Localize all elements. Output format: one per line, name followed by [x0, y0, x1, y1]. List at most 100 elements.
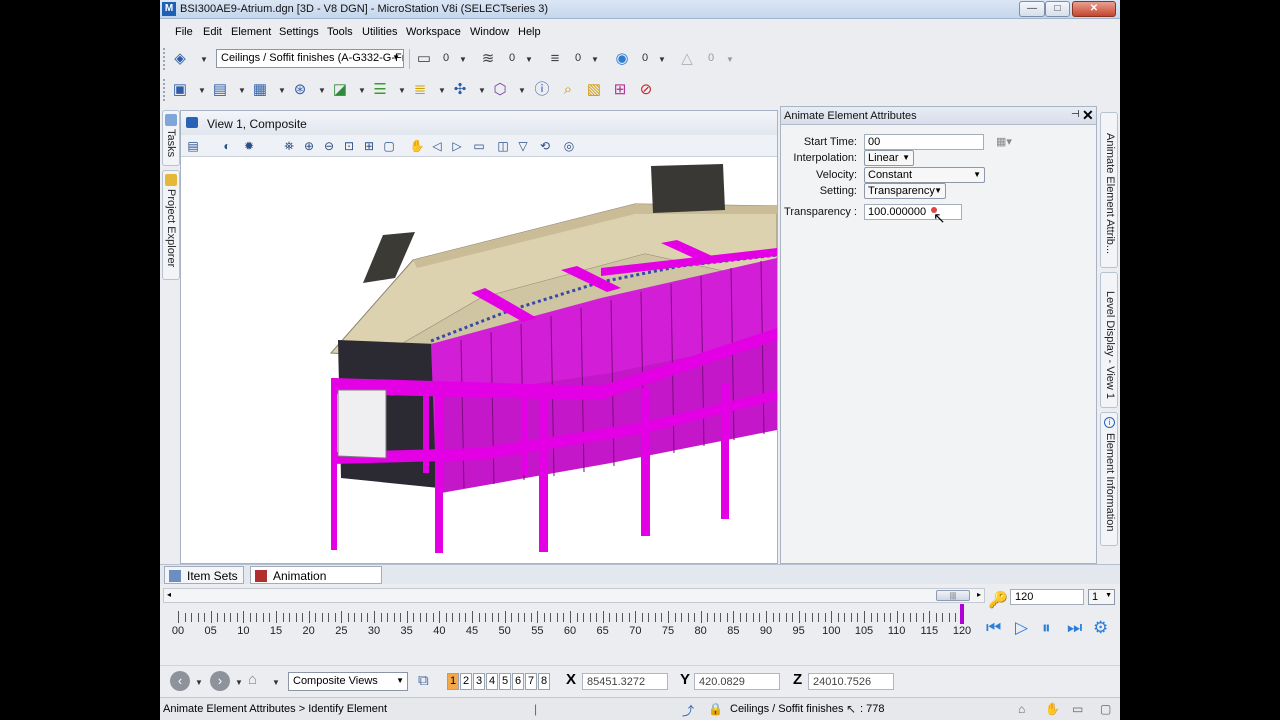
speed-combo[interactable]: 1 ▼ — [1088, 589, 1115, 605]
composite-views-combo[interactable]: Composite Views ▼ — [288, 672, 408, 691]
timeline-ticks[interactable] — [178, 611, 968, 623]
active-level-icon[interactable]: ◈ — [169, 48, 191, 70]
maximize-button[interactable]: □ — [1045, 1, 1070, 17]
chevron-down-icon[interactable]: ▼ — [235, 678, 243, 687]
view-2-button[interactable]: 2 — [460, 673, 472, 690]
play-icon[interactable]: ▷ — [1015, 618, 1028, 638]
info-icon[interactable]: ⓘ — [531, 79, 553, 101]
chevron-down-icon[interactable]: ▼ — [658, 55, 666, 64]
view-rotation-icon[interactable]: ⟲ — [537, 138, 553, 154]
accudraw-icon[interactable]: ⬡ — [489, 79, 511, 101]
view-5-button[interactable]: 5 — [499, 673, 511, 690]
rewind-icon[interactable]: ⏮ — [986, 618, 1001, 638]
chevron-down-icon[interactable]: ▼ — [272, 678, 280, 687]
level-combo[interactable]: Ceilings / Soffit finishes (A-G332-G-Fn:… — [216, 49, 404, 68]
back-icon[interactable]: ‹ — [170, 671, 190, 691]
fit-view-icon[interactable]: ⊞ — [361, 138, 377, 154]
tasks-tab[interactable]: Tasks — [162, 110, 180, 166]
lock-icon[interactable]: 🔒 — [708, 702, 723, 716]
snap-icon[interactable]: ✣ — [449, 79, 471, 101]
setting-combo[interactable]: Transparency ▼ — [864, 183, 946, 199]
current-frame-input[interactable]: 120 — [1010, 589, 1084, 605]
view-attributes-icon[interactable]: ▤ — [185, 138, 201, 154]
hand-icon[interactable]: ✋ — [1045, 702, 1060, 716]
chevron-down-icon[interactable]: ▼ — [318, 86, 326, 95]
properties-icon[interactable]: ▧ — [583, 79, 605, 101]
pause-icon[interactable]: ⏸ — [1042, 618, 1051, 638]
timeline-playhead[interactable] — [960, 604, 964, 624]
close-button[interactable]: ✕ — [1072, 1, 1116, 17]
menu-file[interactable]: File — [175, 26, 193, 38]
clip-volume-icon[interactable]: ◫ — [495, 138, 511, 154]
pan-view-icon[interactable]: ✋ — [409, 138, 425, 154]
transparency-icon[interactable]: ◉ — [611, 48, 633, 70]
view-groups-icon[interactable]: ⧉ — [418, 672, 429, 689]
menu-workspace[interactable]: Workspace — [406, 26, 461, 38]
view-8-button[interactable]: 8 — [538, 673, 550, 690]
camera-icon[interactable]: ▭ — [471, 138, 487, 154]
find-icon[interactable]: ⌕ — [557, 79, 579, 101]
toolbar-gripper[interactable] — [163, 48, 167, 70]
scroll-right-icon[interactable]: ▸ — [977, 590, 981, 599]
chevron-down-icon[interactable]: ▼ — [195, 678, 203, 687]
fast-forward-icon[interactable]: ⏭ — [1067, 618, 1082, 638]
status-active-level[interactable]: Ceilings / Soffit finishes — [730, 703, 844, 715]
project-explorer-tab[interactable]: Project Explorer — [162, 170, 180, 280]
element-information-tab[interactable]: i Element Information — [1100, 412, 1118, 546]
chevron-down-icon[interactable]: ▼ — [358, 86, 366, 95]
velocity-combo[interactable]: Constant ▼ — [864, 167, 985, 183]
view-next-icon[interactable]: ▷ — [449, 138, 465, 154]
copy-view-icon[interactable]: ◎ — [561, 138, 577, 154]
forward-icon[interactable]: › — [210, 671, 230, 691]
item-sets-tab[interactable]: Item Sets — [164, 566, 244, 584]
lighting-icon[interactable]: ✹ — [241, 138, 257, 154]
chevron-down-icon[interactable]: ▼ — [398, 86, 406, 95]
save-status-icon[interactable]: ▢ — [1100, 702, 1111, 716]
message-center-icon[interactable]: ▭ — [1072, 702, 1083, 716]
design-history-icon[interactable]: ⌂ — [1018, 702, 1025, 716]
line-weight-icon[interactable]: ≡ — [544, 48, 566, 70]
references-icon[interactable]: ⊛ — [289, 79, 311, 101]
menu-help[interactable]: Help — [518, 26, 541, 38]
transparency-input[interactable]: 100.000000 — [864, 204, 962, 220]
y-coordinate[interactable]: 420.0829 — [694, 673, 780, 690]
close-icon[interactable]: ✕ — [1082, 107, 1094, 124]
clip-mask-icon[interactable]: ▽ — [515, 138, 531, 154]
chevron-down-icon[interactable]: ▼ — [726, 55, 734, 64]
view-title-bar[interactable]: View 1, Composite — [181, 111, 777, 135]
dialog-title-bar[interactable]: Animate Element Attributes ⊣ ✕ — [781, 107, 1096, 125]
timeline-scrollbar[interactable]: ◂ ||| ▸ — [163, 588, 985, 603]
warp-icon[interactable]: ⌂ — [248, 671, 257, 688]
menu-edit[interactable]: Edit — [203, 26, 222, 38]
key-icon[interactable]: 🔑 — [988, 590, 1008, 610]
menu-window[interactable]: Window — [470, 26, 509, 38]
chevron-down-icon[interactable]: ▼ — [278, 86, 286, 95]
chevron-down-icon[interactable]: ▼ — [525, 55, 533, 64]
zoom-in-icon[interactable]: ⊕ — [301, 138, 317, 154]
minimize-button[interactable]: — — [1019, 1, 1045, 17]
models-icon[interactable]: ▦ — [249, 79, 271, 101]
raster-icon[interactable]: ◪ — [329, 79, 351, 101]
accusnap-icon[interactable]: ⤴ — [682, 702, 694, 719]
view-4-button[interactable]: 4 — [486, 673, 498, 690]
view-7-button[interactable]: 7 — [525, 673, 537, 690]
chevron-down-icon[interactable]: ▼ — [198, 86, 206, 95]
element-selection-icon[interactable]: ▣ — [169, 79, 191, 101]
x-coordinate[interactable]: 85451.3272 — [582, 673, 668, 690]
level-display-tab[interactable]: Level Display - View 1 — [1100, 272, 1118, 408]
priority-icon[interactable]: △ — [676, 48, 698, 70]
level-manager-icon[interactable]: ☰ — [369, 79, 391, 101]
file-icon[interactable]: ▤ — [209, 79, 231, 101]
chevron-down-icon[interactable]: ▼ — [438, 86, 446, 95]
menu-element[interactable]: Element — [231, 26, 271, 38]
calendar-icon[interactable]: ▦▾ — [996, 135, 1012, 148]
view-1-button[interactable]: 1 — [447, 673, 459, 690]
scroll-thumb[interactable]: ||| — [936, 590, 970, 601]
grid-icon[interactable]: ⊞ — [609, 79, 631, 101]
zoom-out-icon[interactable]: ⊖ — [321, 138, 337, 154]
chevron-down-icon[interactable]: ▼ — [518, 86, 526, 95]
chevron-down-icon[interactable]: ▼ — [238, 86, 246, 95]
color-icon[interactable]: ▭ — [413, 48, 435, 70]
3d-viewport[interactable] — [181, 158, 777, 563]
rotate-view-icon[interactable]: ▢ — [381, 138, 397, 154]
